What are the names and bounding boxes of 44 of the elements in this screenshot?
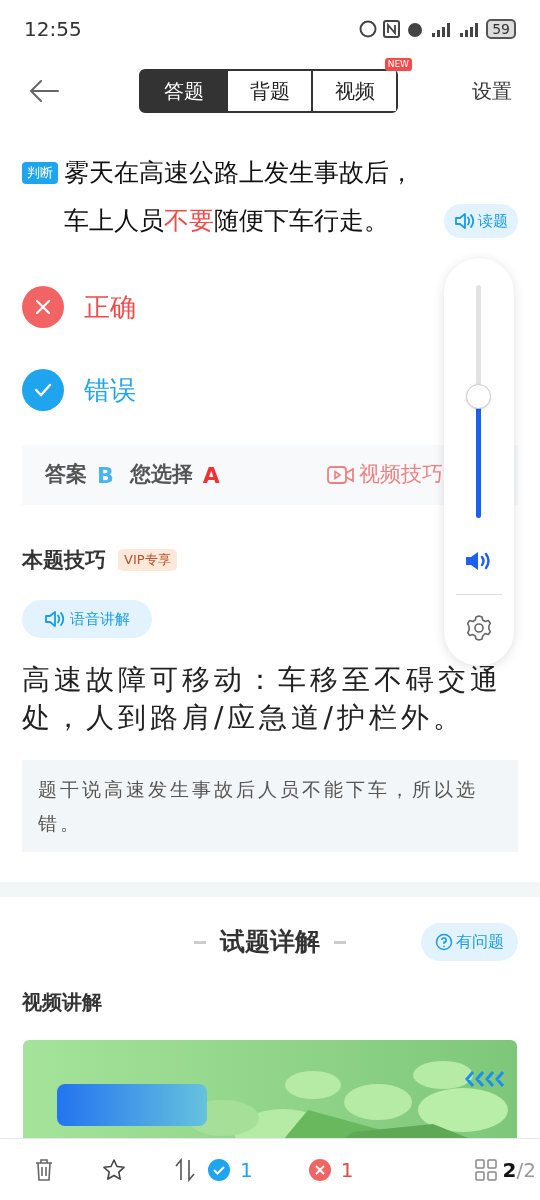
choice-label: 您选择	[129, 461, 193, 489]
cross-icon[interactable]	[22, 286, 64, 328]
star-icon[interactable]	[102, 1157, 126, 1182]
chosen-answer: A	[202, 461, 220, 490]
status-time: 12:55	[24, 16, 82, 43]
read-question-button[interactable]: 读题	[444, 204, 518, 238]
subsection-title: 视频讲解	[20, 989, 103, 1016]
new-badge: NEW	[384, 58, 412, 71]
section-title: 本题技巧	[22, 547, 106, 574]
settings-icon[interactable]	[464, 613, 494, 643]
back-arrow-icon[interactable]	[28, 79, 60, 103]
mode-tab[interactable]: 答题	[141, 71, 226, 111]
correct-count: 1	[240, 1156, 253, 1184]
question-text: 雾天在高速公路上发生事故后，车上人员不要随便下车行走。	[64, 157, 415, 237]
settings-button[interactable]: 设置	[472, 76, 512, 106]
wrong-count: 1	[340, 1156, 354, 1184]
speaker-icon	[454, 212, 474, 230]
tip-note: 题干说高速发生事故后人员不能下车，所以选错。	[22, 760, 518, 852]
nfc-icon	[383, 20, 401, 38]
check-icon[interactable]	[22, 369, 64, 411]
tip-summary: 高速故障可移动：车移至不碍交通处，人到路肩/应急道/护栏外。	[21, 662, 503, 736]
mode-tab[interactable]: 视频	[311, 71, 396, 111]
slider-thumb[interactable]	[466, 383, 491, 409]
option-label[interactable]: 错误	[84, 370, 136, 410]
battery-level: 59	[486, 19, 516, 39]
cross-icon	[308, 1158, 331, 1181]
question-type-tag: 判断	[22, 162, 58, 184]
page-counter: 2/2	[502, 1156, 536, 1184]
question-icon	[435, 933, 453, 951]
speaker-icon	[44, 610, 64, 628]
signal-icon	[430, 20, 453, 38]
signal-icon	[458, 20, 481, 38]
video-tip-link[interactable]: 视频技巧	[359, 459, 443, 491]
vip-badge: VIP专享	[118, 549, 177, 571]
trash-icon[interactable]	[34, 1157, 54, 1182]
report-issue-button[interactable]: 有问题	[421, 923, 518, 961]
grid-icon[interactable]	[474, 1158, 497, 1181]
check-icon	[208, 1158, 230, 1181]
option-label[interactable]: 正确	[84, 287, 136, 327]
answer-label: 答案	[45, 461, 87, 489]
sort-icon[interactable]	[174, 1157, 196, 1182]
correct-answer: B	[97, 461, 114, 490]
voice-explanation-button[interactable]: 语音讲解	[22, 600, 152, 638]
section-title: 试题详解	[220, 926, 320, 959]
